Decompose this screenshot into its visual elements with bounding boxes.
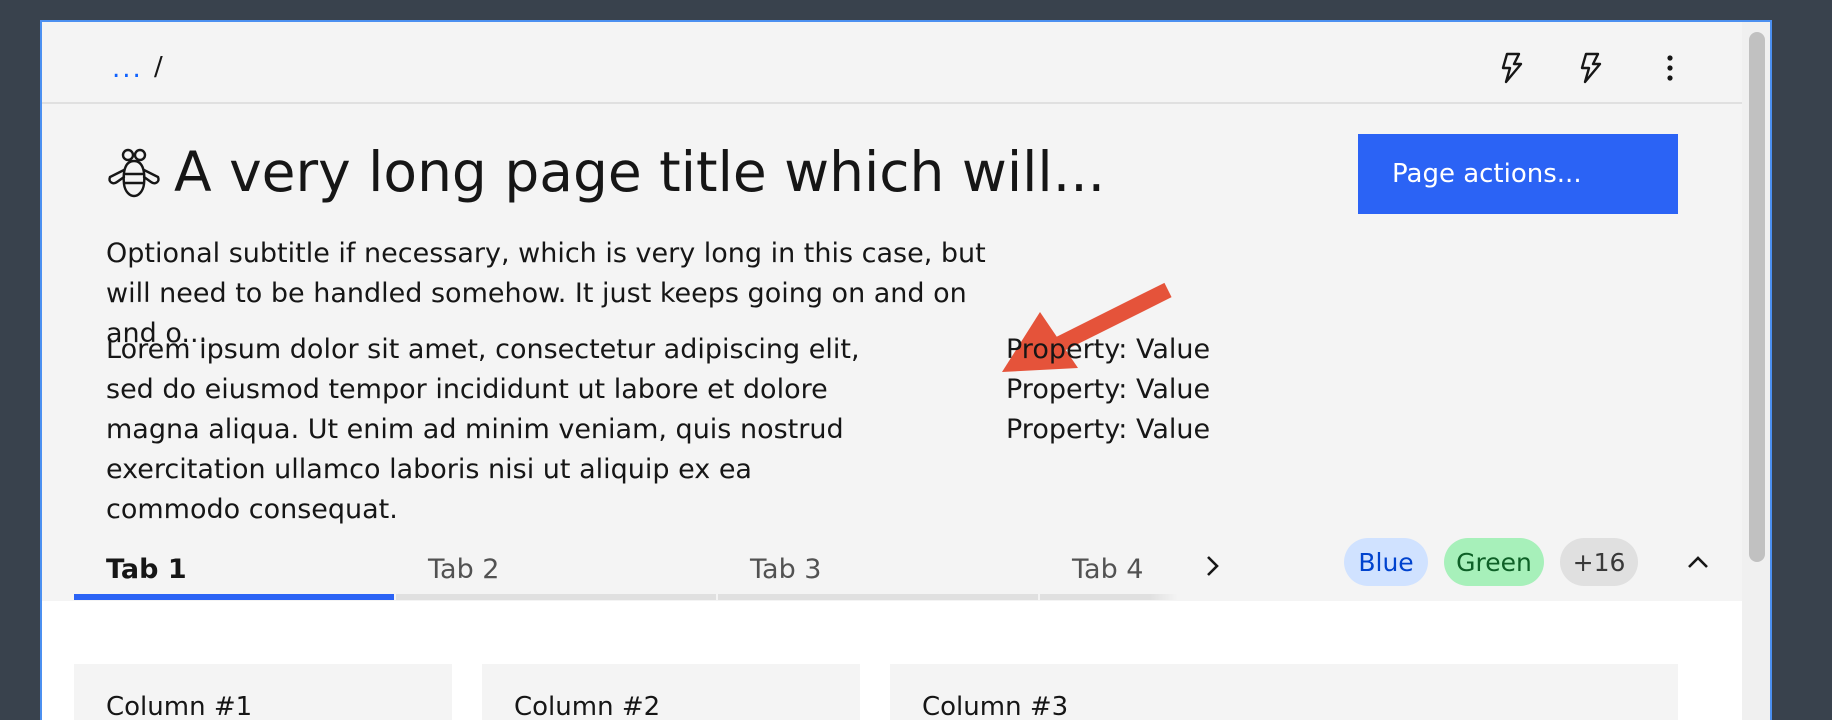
lightning-icon[interactable] — [1492, 48, 1532, 88]
column-title: Column #2 — [514, 692, 661, 720]
chevron-right-icon[interactable] — [1192, 546, 1232, 586]
column-card: Column #1 — [74, 664, 452, 720]
lightning-icon[interactable] — [1571, 48, 1611, 88]
tag-green: Green — [1444, 538, 1544, 586]
column-title: Column #3 — [922, 692, 1069, 720]
breadcrumb-overflow-link[interactable]: ... — [112, 54, 143, 84]
column-card: Column #2 — [482, 664, 860, 720]
tab-2[interactable]: Tab 2 — [396, 530, 716, 600]
chevron-up-icon[interactable] — [1678, 542, 1718, 582]
page-actions-button[interactable]: Page actions... — [1358, 134, 1678, 214]
tab-3[interactable]: Tab 3 — [718, 530, 1038, 600]
breadcrumb-separator: / — [154, 52, 163, 82]
tag-blue: Blue — [1344, 538, 1428, 586]
title-row: A very long page title which will... — [106, 140, 1106, 204]
property-list: Property: Value Property: Value Property… — [1006, 330, 1210, 450]
property-item: Property: Value — [1006, 374, 1211, 405]
header-top-bar: ... / — [42, 22, 1742, 104]
property-item: Property: Value — [1006, 334, 1211, 365]
property-item: Property: Value — [1006, 414, 1211, 445]
column-title: Column #1 — [106, 692, 253, 720]
page-frame: ... / A very long page title which will.… — [40, 20, 1772, 720]
scrollbar-thumb[interactable] — [1749, 32, 1765, 562]
tab-overflow-fade — [1150, 530, 1178, 600]
page-description: Lorem ipsum dolor sit amet, consectetur … — [106, 334, 860, 525]
bee-icon — [108, 148, 160, 198]
column-card: Column #3 — [890, 664, 1678, 720]
tab-1[interactable]: Tab 1 — [74, 530, 394, 600]
page-title: A very long page title which will... — [174, 140, 1106, 204]
page-header: ... / A very long page title which will.… — [42, 22, 1742, 601]
overflow-menu-icon[interactable] — [1650, 48, 1690, 88]
tag-overflow-count[interactable]: +16 — [1560, 538, 1638, 586]
